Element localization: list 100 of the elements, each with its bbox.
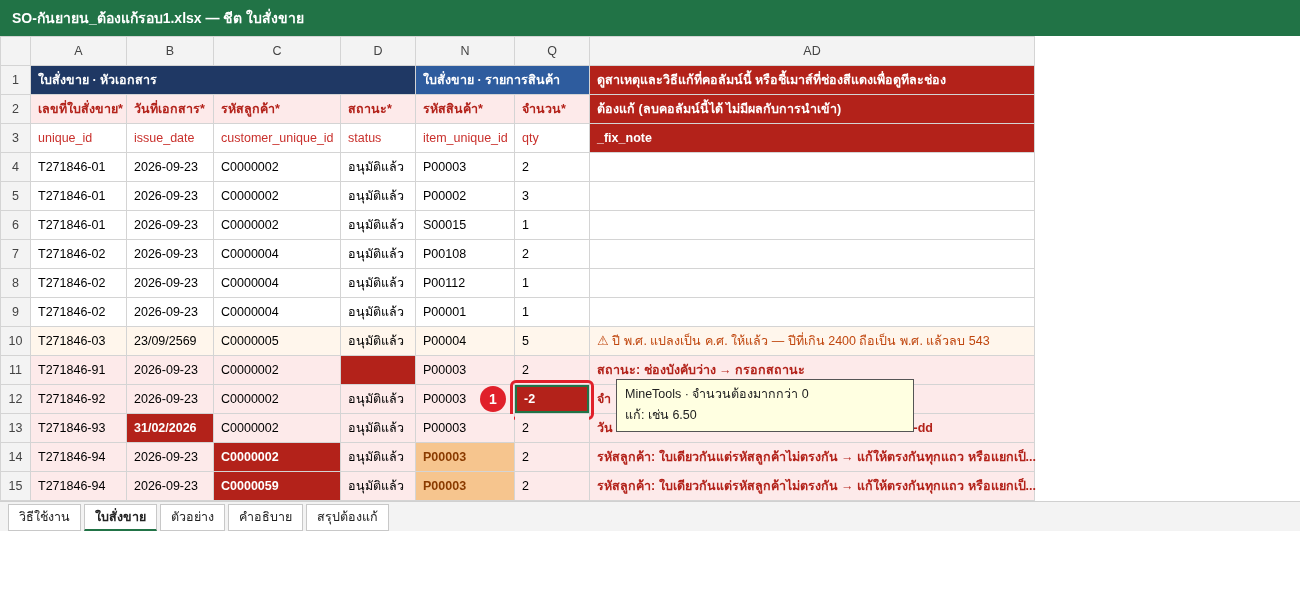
row-number: 14 (0, 442, 31, 472)
table-cell: อนุมัติแล้ว (340, 326, 416, 356)
group-header: ดูสาเหตุและวิธีแก้ที่คอลัมน์นี้ หรือชี้เมาส์ที่ช่องสีแดงเพื่อดูทีละช่อง (589, 65, 1035, 95)
table-cell: 2026-09-23 (126, 384, 214, 414)
column-label: สถานะ* (340, 94, 416, 124)
row-number: 6 (0, 210, 31, 240)
table-cell: อนุมัติแล้ว (340, 152, 416, 182)
group-header: ใบสั่งขาย · รายการสินค้า (415, 65, 590, 95)
row-number: 3 (0, 123, 31, 153)
table-cell: อนุมัติแล้ว (340, 413, 416, 443)
table-cell: 1 (514, 210, 590, 240)
table-cell: T271846-93 (30, 413, 127, 443)
table-cell: 5 (514, 326, 590, 356)
table-cell: P00112 (415, 268, 515, 298)
column-header: B (126, 36, 214, 66)
sheet-tab[interactable]: ใบสั่งขาย (84, 504, 157, 531)
table-cell: 2026-09-23 (126, 239, 214, 269)
table-cell: -2 (515, 385, 589, 413)
table-cell: P00001 (415, 297, 515, 327)
row-number: 8 (0, 268, 31, 298)
table-cell: C0000004 (213, 297, 341, 327)
table-cell: C0000002 (213, 181, 341, 211)
table-cell: อนุมัติแล้ว (340, 297, 416, 327)
table-cell: 2026-09-23 (126, 152, 214, 182)
note-text: รหัสลูกค้า: ใบเดียวกันแต่รหัสลูกค้าไม่ตรงกัน → แก้ให้ตรงกันทุกแถว หรือแยกเป็... (597, 448, 1036, 467)
table-cell: C0000005 (213, 326, 341, 356)
table-cell: 2 (514, 239, 590, 269)
field-name: qty (514, 123, 590, 153)
column-label: เลขที่ใบสั่งขาย* (30, 94, 127, 124)
field-name: issue_date (126, 123, 214, 153)
row-number: 15 (0, 471, 31, 501)
note-text: สถานะ: ช่องบังคับว่าง → กรอกสถานะ (597, 361, 806, 379)
table-cell: 2 (514, 442, 590, 472)
table-cell: P00002 (415, 181, 515, 211)
table-cell: C0000002 (213, 355, 341, 385)
table-cell: 2026-09-23 (126, 355, 214, 385)
column-header: A (30, 36, 127, 66)
table-cell: T271846-03 (30, 326, 127, 356)
table-cell: C0000059 (214, 472, 340, 500)
sheet-tab[interactable]: ตัวอย่าง (160, 504, 225, 531)
note-text: ⚠ ปี พ.ศ. แปลงเป็น ค.ศ. ให้แล้ว — ปีที่เกิน 2400 ถือเป็น พ.ศ. แล้วลบ 543 (597, 331, 990, 350)
table-cell: 2 (514, 471, 590, 501)
table-cell: 2026-09-23 (126, 442, 214, 472)
table-cell: T271846-02 (30, 268, 127, 298)
column-label: ต้องแก้ (ลบคอลัมน์นี้ได้ ไม่มีผลกับการนำเข้า) (589, 94, 1035, 124)
column-header: C (213, 36, 341, 66)
table-cell: 3 (514, 181, 590, 211)
tooltip-line: แก้: เช่น 6.50 (625, 406, 698, 424)
column-label: จำนวน* (514, 94, 590, 124)
table-cell: 1 (514, 268, 590, 298)
row-number: 9 (0, 297, 31, 327)
table-cell: C0000002 (213, 384, 341, 414)
table-cell: P00003 (415, 355, 515, 385)
table-cell: 23/09/2569 (126, 326, 214, 356)
tooltip-line: MineTools · จำนวนต้องมากกว่า 0 (625, 386, 810, 403)
table-cell: P00003 (416, 472, 514, 500)
note-text: วัน (597, 419, 613, 437)
sheet-tab[interactable]: คำอธิบาย (228, 504, 303, 531)
table-cell: P00003 (415, 413, 515, 443)
table-cell: T271846-94 (30, 442, 127, 472)
field-name: _fix_note (589, 123, 1035, 153)
note-text: จำ (597, 390, 611, 408)
table-cell: 1 (514, 297, 590, 327)
table-cell: อนุมัติแล้ว (340, 268, 416, 298)
table-cell: T271846-01 (30, 181, 127, 211)
sheet-tab[interactable]: วิธีใช้งาน (8, 504, 81, 531)
column-label: รหัสลูกค้า* (213, 94, 341, 124)
table-cell: อนุมัติแล้ว (340, 210, 416, 240)
field-name: status (340, 123, 416, 153)
note-text: รหัสลูกค้า: ใบเดียวกันแต่รหัสลูกค้าไม่ตรงกัน → แก้ให้ตรงกันทุกแถว หรือแยกเป็... (597, 477, 1036, 496)
table-cell: อนุมัติแล้ว (340, 471, 416, 501)
table-cell: T271846-94 (30, 471, 127, 501)
table-cell: C0000004 (213, 268, 341, 298)
row-number: 13 (0, 413, 31, 443)
sheet-tab[interactable]: สรุปต้องแก้ (306, 504, 389, 531)
column-header: Q (514, 36, 590, 66)
column-header: N (415, 36, 515, 66)
column-header: AD (589, 36, 1035, 66)
table-cell: T271846-01 (30, 152, 127, 182)
table-cell: อนุมัติแล้ว (340, 442, 416, 472)
table-cell: P00108 (415, 239, 515, 269)
field-name: item_unique_id (415, 123, 515, 153)
table-cell: C0000004 (213, 239, 341, 269)
note-text: -dd (913, 419, 934, 437)
column-label: วันที่เอกสาร* (126, 94, 214, 124)
table-cell: S00015 (415, 210, 515, 240)
table-cell: T271846-02 (30, 297, 127, 327)
table-cell: P00004 (415, 326, 515, 356)
table-cell: 2 (514, 413, 590, 443)
table-cell: 2026-09-23 (126, 297, 214, 327)
field-name: unique_id (30, 123, 127, 153)
table-cell: T271846-01 (30, 210, 127, 240)
table-cell: C0000002 (213, 152, 341, 182)
table-cell: T271846-92 (30, 384, 127, 414)
table-cell: 2 (514, 152, 590, 182)
table-cell: 2026-09-23 (126, 471, 214, 501)
table-cell: อนุมัติแล้ว (340, 239, 416, 269)
field-name: customer_unique_id (213, 123, 341, 153)
table-cell: 2026-09-23 (126, 210, 214, 240)
table-cell: T271846-02 (30, 239, 127, 269)
